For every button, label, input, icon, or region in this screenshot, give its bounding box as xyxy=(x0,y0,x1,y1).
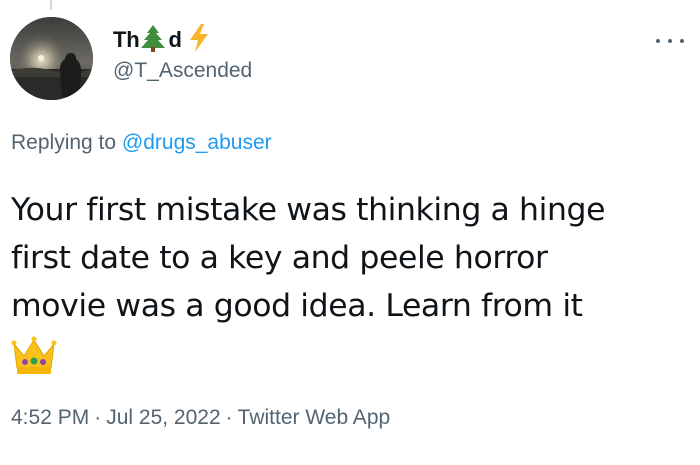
display-name[interactable]: Th d xyxy=(113,23,252,58)
more-dot-icon xyxy=(680,39,684,43)
meta-separator: · xyxy=(225,406,233,429)
more-dot-icon xyxy=(656,39,660,43)
evergreen-tree-icon xyxy=(140,24,166,57)
tweet-time[interactable]: 4:52 PM xyxy=(11,406,89,429)
thread-connector-line xyxy=(50,0,52,10)
user-handle[interactable]: @T_Ascended xyxy=(113,59,252,83)
tweet-date[interactable]: Jul 25, 2022 xyxy=(106,406,220,429)
more-options-button[interactable] xyxy=(656,34,684,48)
avatar[interactable] xyxy=(10,17,93,100)
tweet-text: Your first mistake was thinking a hinge … xyxy=(11,186,696,376)
display-name-start[interactable]: Th xyxy=(113,27,140,53)
lightning-bolt-icon xyxy=(188,23,210,58)
tweet-text-line: first date to a key and peele horror xyxy=(11,240,548,276)
author-info: Th d @T_Ascended xyxy=(113,23,252,83)
tweet-card: Th d @T_Ascended Replying to @drugs_abus… xyxy=(0,0,700,465)
tweet-text-line: movie was a good idea. Learn from it xyxy=(11,288,583,324)
reply-target-link[interactable]: @drugs_abuser xyxy=(122,131,272,154)
avatar-photo xyxy=(10,17,93,100)
replying-to: Replying to @drugs_abuser xyxy=(11,131,272,155)
crown-icon xyxy=(11,336,57,374)
meta-separator: · xyxy=(94,406,102,429)
more-dot-icon xyxy=(668,39,672,43)
tweet-metadata: 4:52 PM · Jul 25, 2022 · Twitter Web App xyxy=(11,406,390,430)
tweet-source[interactable]: Twitter Web App xyxy=(238,406,391,429)
tweet-text-line: Your first mistake was thinking a hinge xyxy=(11,192,606,228)
display-name-end[interactable]: d xyxy=(168,27,181,53)
replying-to-label: Replying to xyxy=(11,131,122,154)
